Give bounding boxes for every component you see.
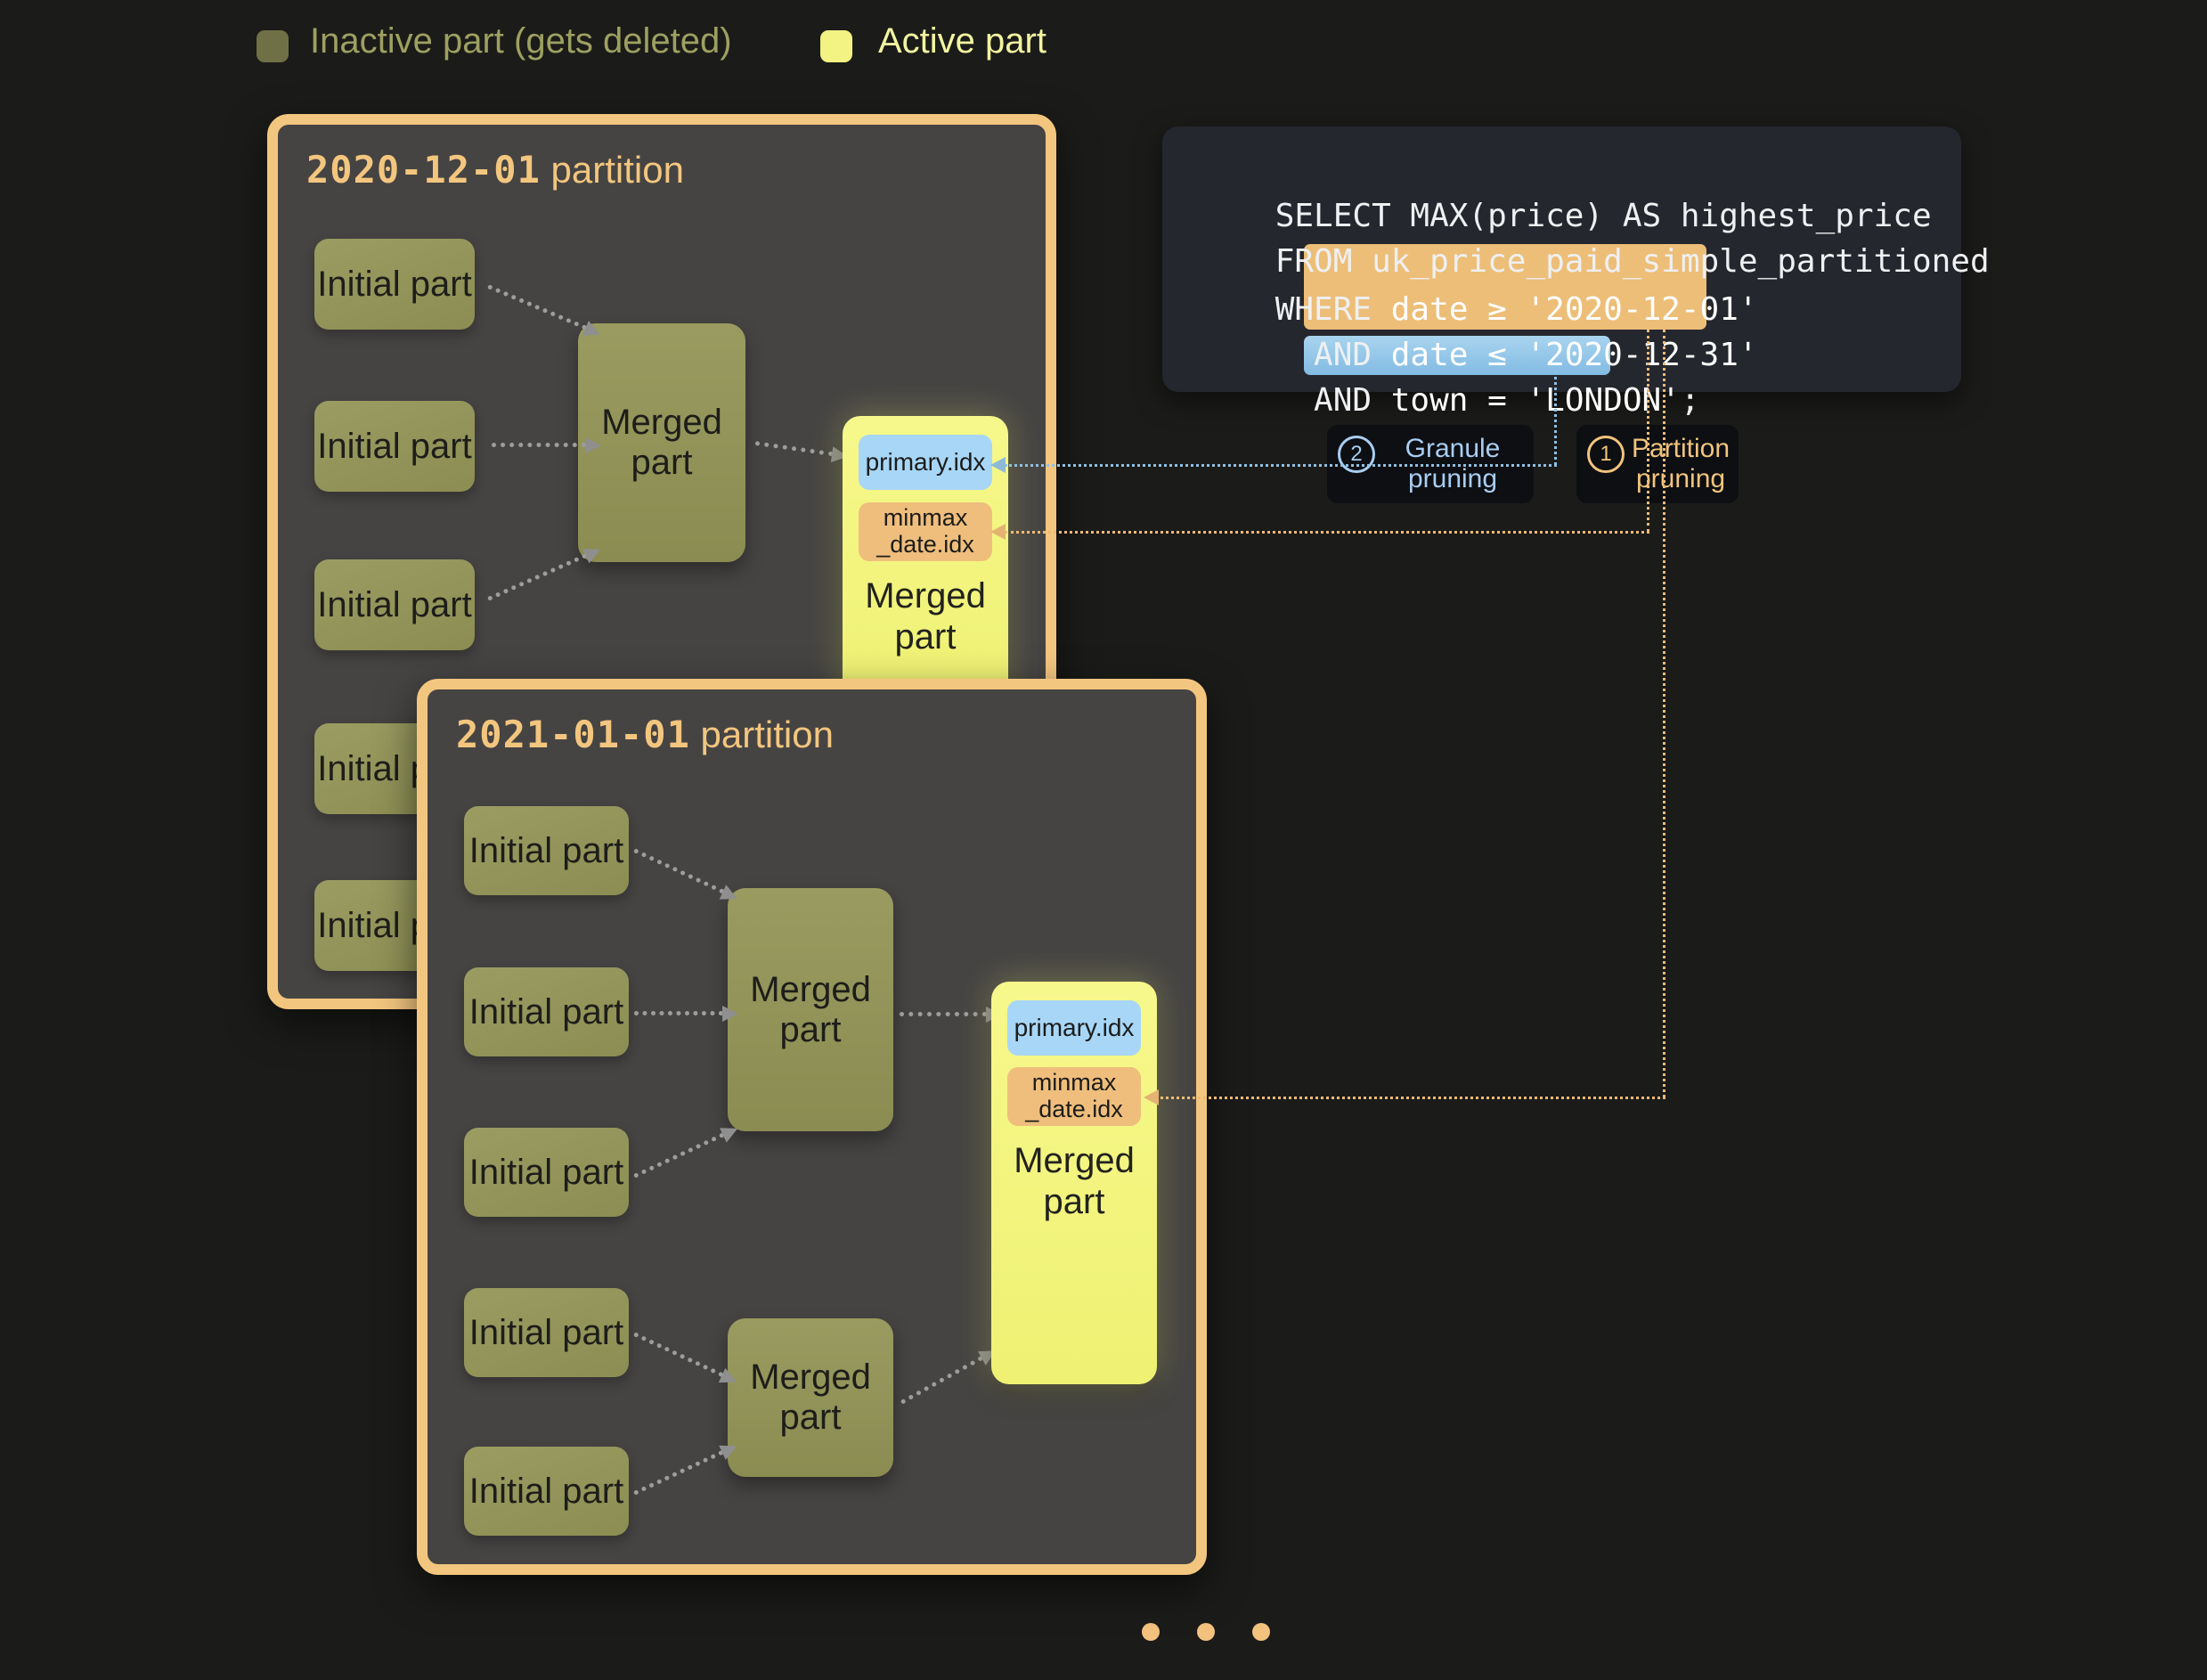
legend-active-label: Active part <box>878 21 1046 61</box>
merged-part-inactive: Merged part <box>578 323 745 562</box>
initial-part: Initial part <box>464 967 629 1056</box>
granule-pruning-line <box>1554 371 1557 465</box>
active-merged-part: primary.idx minmax _date.idx Merged part <box>843 416 1008 710</box>
sql-semicolon: ; <box>1681 382 1700 419</box>
initial-part: Initial part <box>464 806 629 895</box>
partition-date: 2020-12-01 <box>306 148 541 192</box>
initial-part: Initial part <box>314 559 475 650</box>
primary-idx-chip: primary.idx <box>1007 1000 1141 1056</box>
legend-inactive-swatch <box>257 30 289 62</box>
merge-arrow <box>633 1450 724 1496</box>
diagram-canvas: Inactive part (gets deleted) Active part… <box>0 0 2207 1680</box>
partition-box-2021-01-01: 2021-01-01 partition Initial part Initia… <box>417 679 1207 1575</box>
merge-arrow <box>487 553 588 601</box>
merge-arrow <box>633 1132 725 1178</box>
minmax-idx-line2: _date.idx <box>1025 1097 1123 1123</box>
partition-date: 2021-01-01 <box>456 713 690 756</box>
initial-part: Initial part <box>464 1447 629 1536</box>
partition-title: 2021-01-01 partition <box>456 713 834 756</box>
initial-part: Initial part <box>314 239 475 330</box>
minmax-date-idx-chip: minmax _date.idx <box>859 502 992 561</box>
step-2-circle-icon: 2 <box>1338 436 1375 473</box>
primary-idx-label: primary.idx <box>1014 1014 1135 1042</box>
granule-pruning-line <box>1005 464 1557 467</box>
legend-inactive-label: Inactive part (gets deleted) <box>310 21 732 61</box>
merge-arrow <box>900 1356 983 1405</box>
primary-idx-label: primary.idx <box>866 448 986 477</box>
partition-word: partition <box>551 149 684 191</box>
carousel-dot[interactable] <box>1252 1623 1270 1641</box>
carousel-dot[interactable] <box>1197 1623 1215 1641</box>
merge-arrow <box>755 441 834 456</box>
partition-word: partition <box>701 714 834 755</box>
carousel-dot[interactable] <box>1142 1623 1160 1641</box>
partition-pruning-line <box>1663 330 1665 1097</box>
initial-part: Initial part <box>314 401 475 492</box>
granule-pruning-arrowhead-icon <box>990 457 1006 473</box>
partition-pruning-line <box>1005 531 1649 534</box>
step-number: 2 <box>1350 442 1362 467</box>
partition-pruning-line <box>1647 330 1649 532</box>
merge-arrow <box>492 443 586 447</box>
active-merged-label: Merged part <box>991 1140 1157 1222</box>
minmax-date-idx-chip: minmax _date.idx <box>1007 1067 1141 1126</box>
merge-arrow <box>487 284 587 330</box>
step-number: 1 <box>1600 442 1611 467</box>
minmax-idx-line1: minmax <box>1032 1070 1117 1097</box>
merge-arrow <box>633 848 725 893</box>
minmax-idx-line2: _date.idx <box>876 532 974 559</box>
minmax-idx-line1: minmax <box>884 505 968 532</box>
primary-idx-chip: primary.idx <box>859 435 992 490</box>
merged-part-inactive: Merged part <box>728 888 893 1131</box>
merge-arrow <box>900 1012 987 1016</box>
step-1-circle-icon: 1 <box>1587 436 1625 473</box>
partition-pruning-arrowhead-icon <box>990 524 1006 540</box>
initial-part: Initial part <box>464 1128 629 1217</box>
partition-title: 2020-12-01 partition <box>306 148 684 192</box>
merged-part-inactive: Merged part <box>728 1318 893 1477</box>
sql-and-keyword: AND <box>1275 382 1391 419</box>
active-merged-label: Merged part <box>843 575 1008 657</box>
active-merged-part: primary.idx minmax _date.idx Merged part <box>991 982 1157 1384</box>
partition-pruning-arrowhead-icon <box>1144 1089 1159 1105</box>
sql-town-predicate: town = 'LONDON' <box>1391 382 1681 419</box>
merge-arrow <box>634 1011 723 1015</box>
legend-active-swatch <box>820 30 852 62</box>
partition-pruning-line <box>1156 1097 1665 1099</box>
partition-pruning-badge: 1 Partition pruning <box>1576 425 1739 503</box>
merge-arrow <box>633 1332 724 1377</box>
initial-part: Initial part <box>464 1288 629 1377</box>
